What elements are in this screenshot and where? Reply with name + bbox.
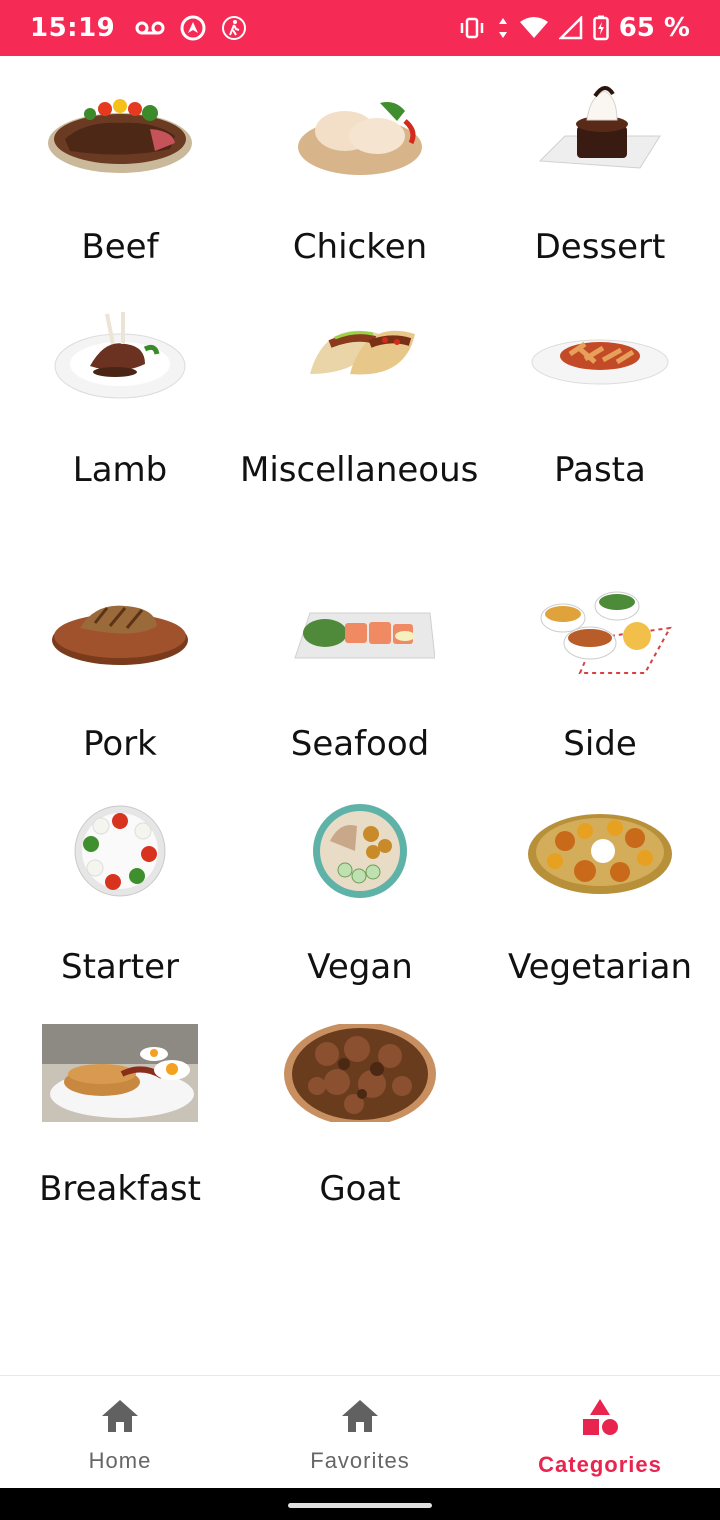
category-label: Chicken [292, 227, 428, 267]
category-card-vegan[interactable]: Vegan [240, 796, 480, 992]
category-card-chicken[interactable]: Chicken [240, 76, 480, 272]
voicemail-icon [135, 19, 165, 37]
categories-icon [580, 1398, 620, 1442]
status-bar: 15:19 65 % [0, 0, 720, 56]
category-label: Dessert [534, 227, 666, 267]
walk-icon [221, 15, 247, 41]
home-icon [100, 1398, 140, 1438]
nav-favorites[interactable]: Favorites [240, 1376, 480, 1489]
category-label: Miscellaneous [240, 450, 479, 490]
category-label: Seafood [290, 724, 430, 764]
home-gesture-handle[interactable] [288, 1503, 432, 1508]
home-icon [340, 1398, 380, 1438]
lamb-thumbnail [40, 299, 200, 409]
starter-thumbnail [40, 796, 200, 906]
category-label: Pork [83, 724, 157, 764]
vegetarian-thumbnail [520, 796, 680, 906]
bottom-navigation: Home Favorites Categories [0, 1375, 720, 1489]
signal-icon [558, 16, 583, 40]
wifi-icon [519, 16, 549, 40]
pork-thumbnail [40, 573, 200, 683]
nav-app-icon [179, 14, 207, 42]
vibrate-icon [457, 16, 487, 40]
category-card-lamb[interactable]: Lamb [0, 299, 240, 495]
side-thumbnail [520, 573, 680, 683]
battery-percent: 65 % [618, 13, 690, 43]
category-card-breakfast[interactable]: Breakfast [0, 1018, 240, 1214]
category-card-miscellaneous[interactable]: Miscellaneous [240, 299, 480, 495]
dessert-thumbnail [520, 76, 680, 186]
category-label: Breakfast [39, 1169, 201, 1209]
nav-categories[interactable]: Categories [480, 1376, 720, 1489]
category-label: Pasta [554, 450, 646, 490]
nav-favorites-label: Favorites [310, 1448, 410, 1473]
category-label: Vegan [307, 947, 413, 987]
category-card-side[interactable]: Side [480, 573, 720, 769]
pasta-thumbnail [520, 299, 680, 409]
nav-home[interactable]: Home [0, 1376, 240, 1489]
battery-icon [592, 15, 609, 41]
category-card-goat[interactable]: Goat [240, 1018, 480, 1214]
category-label: Vegetarian [507, 947, 692, 987]
category-card-seafood[interactable]: Seafood [240, 573, 480, 769]
category-label: Beef [81, 227, 159, 267]
miscellaneous-thumbnail [280, 299, 440, 409]
data-arrows-icon [497, 16, 509, 40]
status-time: 15:19 [30, 13, 116, 43]
seafood-thumbnail [280, 573, 440, 683]
category-card-beef[interactable]: Beef [0, 76, 240, 272]
category-label: Side [563, 724, 637, 764]
category-label: Starter [61, 947, 179, 987]
nav-home-label: Home [88, 1448, 152, 1473]
category-card-pork[interactable]: Pork [0, 573, 240, 769]
chicken-thumbnail [280, 76, 440, 186]
category-label: Goat [319, 1169, 401, 1209]
beef-thumbnail [40, 76, 200, 186]
system-navigation-bar [0, 1488, 720, 1520]
category-card-dessert[interactable]: Dessert [480, 76, 720, 272]
category-card-vegetarian[interactable]: Vegetarian [480, 796, 720, 992]
breakfast-thumbnail [40, 1018, 200, 1128]
goat-thumbnail [280, 1018, 440, 1128]
nav-categories-label: Categories [538, 1452, 662, 1477]
category-card-pasta[interactable]: Pasta [480, 299, 720, 495]
vegan-thumbnail [280, 796, 440, 906]
category-card-starter[interactable]: Starter [0, 796, 240, 992]
category-label: Lamb [72, 450, 168, 490]
